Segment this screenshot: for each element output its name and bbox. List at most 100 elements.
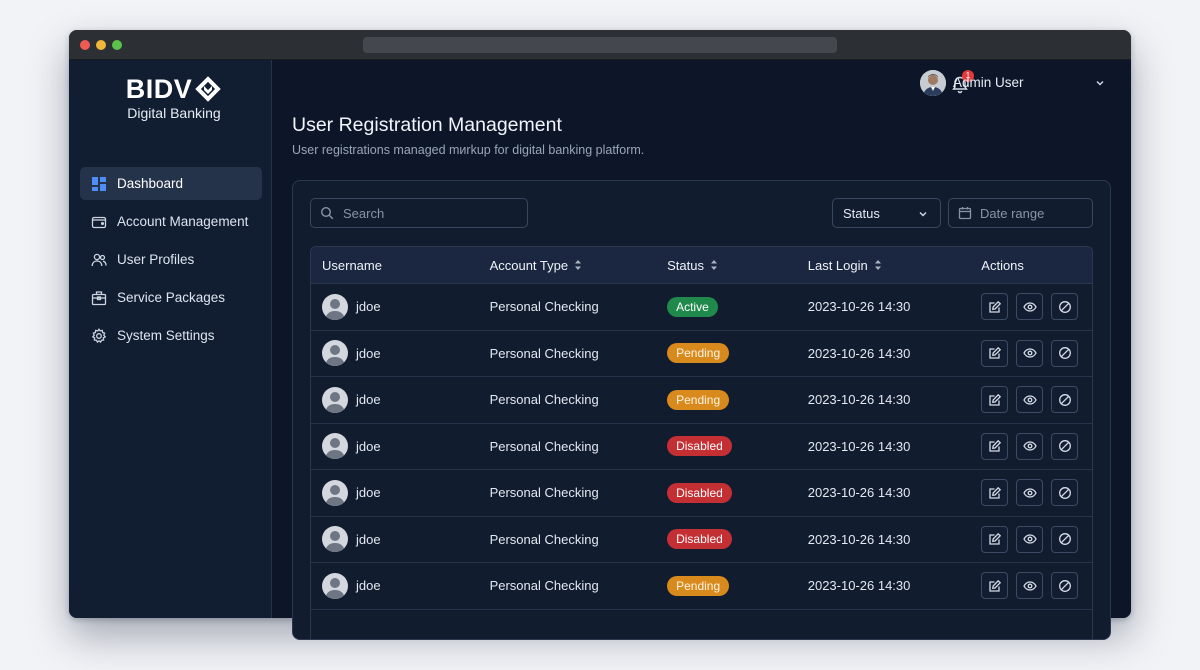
username-cell: jdoe: [311, 340, 490, 367]
account-type: Personal Checking: [489, 438, 599, 454]
sidebar-item-service-packages[interactable]: Service Packages: [80, 281, 262, 314]
ban-icon: [1058, 579, 1072, 593]
user-avatar: [322, 479, 348, 506]
sort-icon[interactable]: [574, 259, 582, 271]
sidebar-item-user-profiles[interactable]: User Profiles: [80, 243, 262, 276]
edit-icon: [988, 579, 1002, 593]
view-button[interactable]: [1016, 479, 1044, 507]
registrations-table: Username Account Type Status Last Login …: [310, 246, 1093, 640]
actions-cell: [981, 386, 1092, 414]
page-subtitle: User registrations managed mиrkup for di…: [292, 143, 645, 157]
user-avatar: [322, 433, 348, 460]
status-badge: Pending: [667, 389, 730, 410]
disable-button[interactable]: [1051, 432, 1079, 460]
column-header-username: Username: [322, 257, 382, 273]
dashboard-grid-icon: [91, 176, 107, 192]
edit-button[interactable]: [981, 293, 1009, 321]
sidebar-item-system-settings[interactable]: System Settings: [80, 319, 262, 352]
edit-button[interactable]: [981, 339, 1009, 367]
username-cell: jdoe: [311, 386, 490, 413]
view-button[interactable]: [1016, 525, 1044, 553]
edit-button[interactable]: [981, 525, 1009, 553]
username: jdoe: [356, 345, 381, 361]
search-box[interactable]: [310, 198, 528, 228]
date-range-picker[interactable]: Date range: [948, 198, 1093, 228]
column-header-last-login[interactable]: Last Login: [808, 258, 982, 273]
date-range-placeholder: Date range: [980, 205, 1045, 221]
edit-button[interactable]: [981, 572, 1009, 600]
account-type: Personal Checking: [489, 578, 599, 594]
admin-avatar[interactable]: [920, 70, 946, 96]
view-button[interactable]: [1016, 572, 1044, 600]
actions-cell: [981, 339, 1092, 367]
disable-button[interactable]: [1051, 339, 1079, 367]
sort-icon[interactable]: [874, 259, 882, 271]
disable-button[interactable]: [1051, 293, 1079, 321]
edit-icon: [988, 486, 1002, 500]
table-row[interactable]: jdoe Personal Checking Disabled 2023-10-26 …: [311, 470, 1092, 517]
edit-icon: [988, 393, 1002, 407]
status-cell: Disabled: [667, 482, 808, 503]
user-avatar: [322, 293, 348, 320]
brand-subtitle: Digital Banking: [127, 105, 221, 121]
table-row[interactable]: jdoe Personal Checking Pending 2023-10-26 1…: [311, 563, 1092, 610]
table-row[interactable]: jdoe Personal Checking Disabled 2023-10-26 …: [311, 516, 1092, 563]
table-row[interactable]: jdoe Personal Checking Pending 2023-10-26 1…: [311, 377, 1092, 424]
admin-user-name[interactable]: Admin User: [953, 75, 1024, 90]
column-header-status[interactable]: Status: [667, 258, 808, 273]
view-button[interactable]: [1016, 432, 1044, 460]
brand-name: BIDV: [125, 74, 193, 104]
users-icon: [91, 252, 107, 268]
actions-cell: [981, 572, 1092, 600]
sidebar-item-account-management[interactable]: Account Management: [80, 205, 262, 238]
view-button[interactable]: [1016, 293, 1044, 321]
status-filter-select[interactable]: Status: [832, 198, 941, 228]
username: jdoe: [356, 438, 381, 454]
column-header-account-type[interactable]: Account Type: [490, 258, 668, 273]
brand-logo[interactable]: BIDV Digital Banking: [119, 74, 229, 121]
view-button[interactable]: [1016, 339, 1044, 367]
user-avatar: [322, 386, 348, 413]
eye-icon: [1023, 579, 1037, 593]
edit-button[interactable]: [981, 432, 1009, 460]
eye-icon: [1023, 393, 1037, 407]
edit-button[interactable]: [981, 479, 1009, 507]
eye-icon: [1023, 532, 1037, 546]
sidebar-item-label: Service Packages: [117, 290, 226, 305]
last-login: 2023-10-26 14:30: [807, 345, 911, 361]
username-cell: jdoe: [311, 293, 490, 320]
maximize-window-button[interactable]: [112, 40, 122, 50]
disable-button[interactable]: [1051, 479, 1079, 507]
status-cell: Active: [667, 296, 808, 317]
status-badge: Disabled: [667, 482, 732, 503]
edit-button[interactable]: [981, 386, 1009, 414]
minimize-window-button[interactable]: [96, 40, 106, 50]
username: jdoe: [356, 485, 381, 501]
ban-icon: [1058, 346, 1072, 360]
actions-cell: [981, 432, 1092, 460]
eye-icon: [1023, 439, 1037, 453]
username-cell: jdoe: [311, 433, 490, 460]
table-row[interactable]: jdoe Personal Checking Pending 2023-10-26 1…: [311, 330, 1092, 377]
table-row[interactable]: jdoe Personal Checking Disabled 2023-10-26 …: [311, 423, 1092, 470]
chevron-down-icon[interactable]: [1095, 78, 1105, 88]
eye-icon: [1023, 486, 1037, 500]
disable-button[interactable]: [1051, 386, 1079, 414]
disable-button[interactable]: [1051, 572, 1079, 600]
disable-button[interactable]: [1051, 525, 1079, 553]
sidebar-item-dashboard[interactable]: Dashboard: [80, 167, 262, 200]
close-window-button[interactable]: [80, 40, 90, 50]
sidebar-item-label: Dashboard: [117, 176, 184, 191]
sort-icon[interactable]: [710, 259, 718, 271]
page-title: User Registration Management: [292, 114, 562, 136]
window-titlebar: [69, 30, 1131, 60]
address-bar[interactable]: [363, 37, 837, 53]
edit-icon: [988, 532, 1002, 546]
table-row[interactable]: jdoe Personal Checking Active 2023-10-26 14…: [311, 284, 1092, 331]
wallet-icon: [91, 214, 107, 230]
search-input[interactable]: [343, 205, 513, 221]
view-button[interactable]: [1016, 386, 1044, 414]
account-type: Personal Checking: [489, 531, 599, 547]
username-cell: jdoe: [311, 479, 490, 506]
chevron-down-icon: [919, 212, 927, 217]
